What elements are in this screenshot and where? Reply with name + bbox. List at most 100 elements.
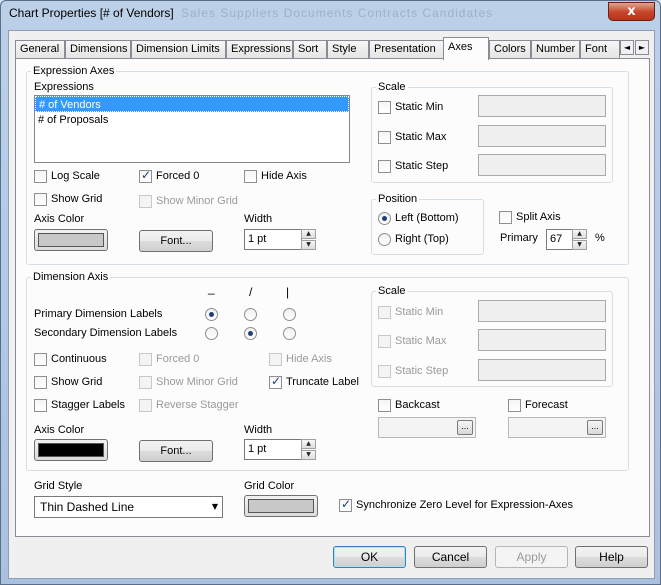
dim-static-max-checkbox[interactable] xyxy=(378,335,391,348)
window-title: Chart Properties [# of Vendors] xyxy=(9,6,174,20)
hide-axis-checkbox[interactable] xyxy=(244,170,257,183)
primary-diagonal-radio[interactable] xyxy=(244,308,257,321)
title-bar[interactable]: Chart Properties [# of Vendors] Sales Su… xyxy=(1,1,660,27)
forced-0-label: Forced 0 xyxy=(156,170,200,182)
primary-input[interactable]: 67 xyxy=(546,229,573,250)
show-minor-grid-checkbox[interactable] xyxy=(139,195,152,208)
grid-color-label: Grid Color xyxy=(244,480,295,492)
dim-static-max-input[interactable] xyxy=(478,329,606,351)
static-min-checkbox[interactable] xyxy=(378,101,391,114)
expression-item-vendors[interactable]: # of Vendors xyxy=(35,96,349,112)
dim-forced-0-checkbox[interactable] xyxy=(139,353,152,366)
tab-number[interactable]: Number xyxy=(531,40,580,59)
expressions-list[interactable]: # of Vendors # of Proposals xyxy=(34,95,350,163)
dim-static-min-input[interactable] xyxy=(478,300,606,322)
tab-axes[interactable]: Axes xyxy=(443,37,489,60)
dim-width-up-button[interactable]: ▲ xyxy=(301,439,316,449)
secondary-diagonal-radio[interactable] xyxy=(244,327,257,340)
position-left-bottom-radio[interactable] xyxy=(378,212,391,225)
dim-show-grid-checkbox[interactable] xyxy=(34,376,47,389)
width-input[interactable]: 1 pt xyxy=(244,229,302,250)
expression-axes-group-label: Expression Axes xyxy=(31,65,117,77)
dim-static-step-checkbox[interactable] xyxy=(378,365,391,378)
backcast-browse-button[interactable]: ... xyxy=(457,420,473,435)
tab-general[interactable]: General xyxy=(15,40,65,59)
tab-dimension-limits[interactable]: Dimension Limits xyxy=(131,40,226,59)
static-step-input[interactable] xyxy=(478,154,606,176)
tab-scroll-left-button[interactable]: ◄ xyxy=(620,40,634,55)
dim-axis-color-button[interactable] xyxy=(34,439,108,461)
grid-style-select[interactable]: Thin Dashed Line ▼ xyxy=(34,496,223,518)
close-button[interactable]: x xyxy=(608,2,655,21)
ok-button[interactable]: OK xyxy=(333,546,406,568)
truncate-label-checkbox[interactable]: ✓ xyxy=(269,374,282,389)
tab-strip: General Dimensions Dimension Limits Expr… xyxy=(15,37,655,60)
continuous-checkbox[interactable] xyxy=(34,353,47,366)
check-icon: ✓ xyxy=(341,497,352,511)
primary-down-button[interactable]: ▼ xyxy=(572,240,587,250)
tab-presentation[interactable]: Presentation xyxy=(369,40,444,59)
font-button[interactable]: Font... xyxy=(139,230,213,252)
position-right-top-radio[interactable] xyxy=(378,233,391,246)
tab-style[interactable]: Style xyxy=(327,40,369,59)
help-button[interactable]: Help xyxy=(575,546,648,568)
width-spinner: ▲ ▼ xyxy=(301,229,316,250)
dim-font-button[interactable]: Font... xyxy=(139,440,213,462)
forced-0-checkbox[interactable]: ✓ xyxy=(139,168,152,183)
split-axis-label: Split Axis xyxy=(516,211,561,223)
show-grid-label: Show Grid xyxy=(51,193,103,205)
primary-horizontal-radio[interactable] xyxy=(205,308,218,321)
axis-color-button[interactable] xyxy=(34,229,108,251)
secondary-horizontal-radio[interactable] xyxy=(205,327,218,340)
static-max-checkbox[interactable] xyxy=(378,131,391,144)
tab-dimensions[interactable]: Dimensions xyxy=(65,40,131,59)
secondary-dimension-labels: Secondary Dimension Labels xyxy=(34,327,178,339)
dim-show-minor-grid-checkbox[interactable] xyxy=(139,376,152,389)
arrow-up-icon: ▲ xyxy=(577,230,582,237)
width-down-button[interactable]: ▼ xyxy=(301,240,316,250)
tab-font[interactable]: Font xyxy=(580,40,620,59)
arrow-up-icon: ▲ xyxy=(306,440,311,447)
split-axis-checkbox[interactable] xyxy=(499,211,512,224)
arrow-right-icon: ► xyxy=(638,43,646,52)
log-scale-checkbox[interactable] xyxy=(34,170,47,183)
dim-static-max-label: Static Max xyxy=(395,335,447,347)
width-up-button[interactable]: ▲ xyxy=(301,229,316,239)
static-step-checkbox[interactable] xyxy=(378,160,391,173)
forecast-browse-button[interactable]: ... xyxy=(587,420,603,435)
dim-hide-axis-checkbox[interactable] xyxy=(269,353,282,366)
forecast-field[interactable]: ... xyxy=(508,417,606,438)
dim-static-min-checkbox[interactable] xyxy=(378,306,391,319)
expression-item-proposals[interactable]: # of Proposals xyxy=(35,112,349,128)
dim-width-down-button[interactable]: ▼ xyxy=(301,450,316,460)
dim-static-step-input[interactable] xyxy=(478,359,606,381)
stagger-labels-checkbox[interactable] xyxy=(34,399,47,412)
continuous-label: Continuous xyxy=(51,353,107,365)
arrow-down-icon: ▼ xyxy=(577,241,582,248)
primary-vertical-radio[interactable] xyxy=(283,308,296,321)
grid-style-label: Grid Style xyxy=(34,480,83,492)
static-min-input[interactable] xyxy=(478,95,606,117)
show-minor-grid-label: Show Minor Grid xyxy=(156,195,238,207)
cancel-button[interactable]: Cancel xyxy=(414,546,487,568)
apply-button[interactable]: Apply xyxy=(495,546,568,568)
position-group xyxy=(371,199,484,255)
show-grid-checkbox[interactable] xyxy=(34,193,47,206)
primary-up-button[interactable]: ▲ xyxy=(572,229,587,239)
dialog-client: General Dimensions Dimension Limits Expr… xyxy=(8,30,655,579)
backcast-checkbox[interactable] xyxy=(378,399,391,412)
tab-colors[interactable]: Colors xyxy=(489,40,531,59)
grid-color-swatch xyxy=(248,499,314,513)
forecast-checkbox[interactable] xyxy=(508,399,521,412)
backcast-field[interactable]: ... xyxy=(378,417,476,438)
dim-width-input[interactable]: 1 pt xyxy=(244,439,302,460)
tab-expressions[interactable]: Expressions xyxy=(226,40,293,59)
tab-scroll-right-button[interactable]: ► xyxy=(635,40,649,55)
dim-static-min-label: Static Min xyxy=(395,306,444,318)
secondary-vertical-radio[interactable] xyxy=(283,327,296,340)
reverse-stagger-checkbox[interactable] xyxy=(139,399,152,412)
sync-zero-checkbox[interactable]: ✓ xyxy=(339,497,352,512)
tab-sort[interactable]: Sort xyxy=(293,40,327,59)
grid-color-button[interactable] xyxy=(244,495,318,517)
static-max-input[interactable] xyxy=(478,125,606,147)
